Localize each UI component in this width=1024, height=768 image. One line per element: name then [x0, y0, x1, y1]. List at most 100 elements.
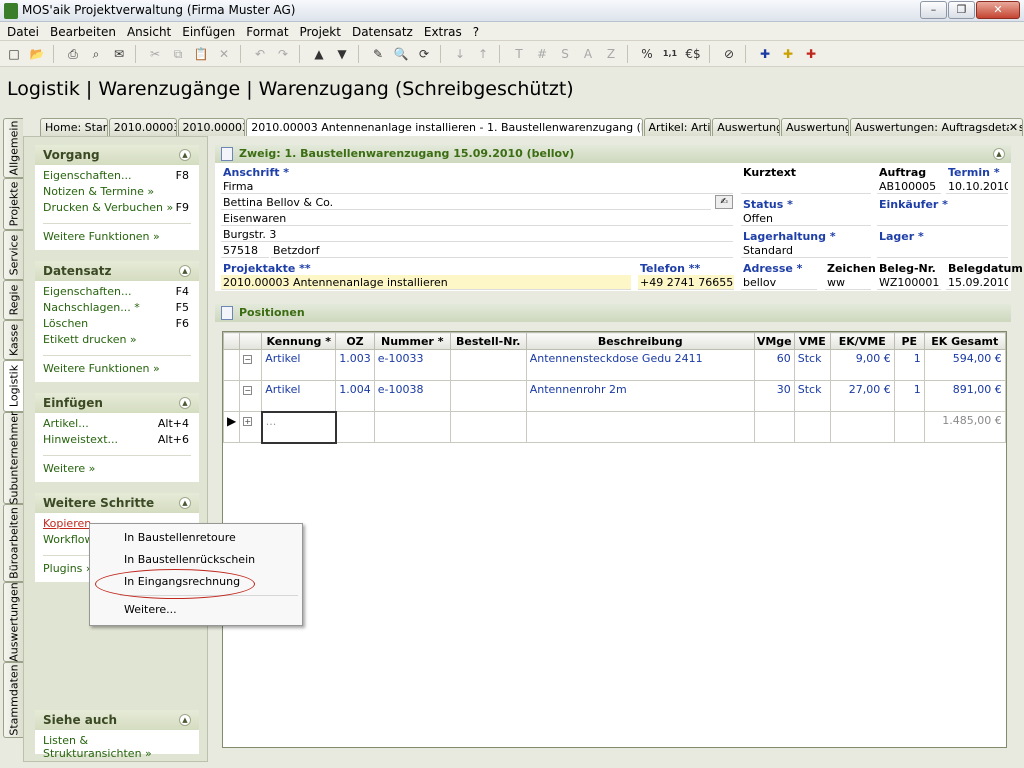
sidebar-link[interactable]: Artikel... Alt+4 — [43, 417, 199, 433]
cell-kennung[interactable]: Artikel — [261, 380, 337, 412]
search-icon[interactable]: 🔍 — [390, 43, 412, 65]
column-header[interactable]: Beschreibung — [525, 332, 755, 350]
tab-2[interactable]: 2010.00003 — [177, 118, 246, 136]
menu-datensatz[interactable]: Datensatz — [347, 22, 419, 41]
panel-header[interactable]: Datensatz ▲ — [35, 261, 199, 281]
sidebar-more-link[interactable]: Weitere » — [43, 462, 199, 478]
column-header[interactable]: Bestell-Nr. — [449, 332, 527, 350]
column-header[interactable] — [239, 332, 263, 350]
print-icon[interactable]: ⎙ — [62, 43, 84, 65]
cell-kennung[interactable]: Artikel — [261, 349, 337, 381]
close-button[interactable]: ✕ — [976, 1, 1020, 19]
sidebar-link[interactable]: Hinweistext... Alt+6 — [43, 433, 199, 449]
cell-pe[interactable]: 1 — [893, 349, 925, 381]
expand-cell[interactable]: − — [239, 380, 263, 412]
collapse-icon[interactable]: ▲ — [179, 497, 191, 509]
cut-icon[interactable]: ✂ — [144, 43, 166, 65]
tab-1[interactable]: 2010.00003 — [108, 118, 177, 136]
puzzle-yellow-icon[interactable]: ✚ — [777, 43, 799, 65]
cell-ekges[interactable]: 1.485,00 € — [923, 411, 1006, 443]
grid-icon[interactable]: # — [531, 43, 553, 65]
row-selector[interactable] — [222, 349, 241, 381]
move-up-icon[interactable]: ▲ — [308, 43, 330, 65]
cell-ekvme[interactable]: 9,00 € — [829, 349, 895, 381]
menu-[interactable]: ? — [468, 22, 485, 41]
collapse-icon[interactable]: ▲ — [179, 265, 191, 277]
zeichen-field[interactable]: ww — [825, 275, 871, 290]
minimize-button[interactable]: – — [920, 1, 947, 19]
lager-field[interactable] — [877, 243, 1008, 258]
menu-bearbeiten[interactable]: Bearbeiten — [45, 22, 122, 41]
tab-close-icon[interactable]: ✕ — [1008, 121, 1019, 134]
refresh-icon[interactable]: ⟳ — [413, 43, 435, 65]
positionen-section-header[interactable]: Positionen — [215, 304, 1011, 322]
expand-row-icon[interactable]: + — [243, 417, 253, 426]
cell-beschreibung[interactable] — [525, 411, 755, 443]
delete-icon[interactable]: ✕ — [213, 43, 235, 65]
ort-field[interactable]: Betzdorf — [271, 243, 733, 258]
sidebar-link[interactable]: Notizen & Termine » — [43, 185, 199, 201]
adresse-field[interactable]: bellov — [741, 275, 817, 290]
cell-nummer[interactable]: e-10038 — [373, 380, 451, 412]
anschrift-line-1[interactable]: Firma — [221, 179, 733, 194]
tab-6[interactable]: Auswertungen — [781, 118, 849, 136]
column-header[interactable]: EK Gesamt — [923, 332, 1006, 350]
menu-einfügen[interactable]: Einfügen — [177, 22, 241, 41]
cell-kennung[interactable]: ... — [260, 410, 337, 444]
menu-extras[interactable]: Extras — [419, 22, 468, 41]
vtab-büroarbeiten[interactable]: Büroarbeiten — [3, 504, 23, 582]
move-down-icon[interactable]: ▼ — [331, 43, 353, 65]
currency-icon[interactable]: €$ — [682, 43, 704, 65]
projektakte-field[interactable]: 2010.00003 Antennenanlage installieren — [221, 275, 631, 290]
cell-ekges[interactable]: 594,00 € — [923, 349, 1006, 381]
column-header[interactable]: EK/VME — [829, 332, 895, 350]
menu-format[interactable]: Format — [241, 22, 294, 41]
column-header[interactable]: PE — [893, 332, 925, 350]
vtab-allgemein[interactable]: Allgemein — [3, 118, 23, 178]
cell-beschreibung[interactable]: Antennenrohr 2m — [525, 380, 755, 412]
tab-7[interactable]: Auswertungen: Auftragsdetails ✕ — [849, 118, 1024, 136]
sidebar-more-link[interactable]: Weitere Funktionen » — [43, 230, 199, 246]
column-header[interactable]: Kennung * — [261, 332, 337, 350]
puzzle-red-icon[interactable]: ✚ — [800, 43, 822, 65]
tab-3[interactable]: 2010.00003 Antennenanlage installieren -… — [246, 118, 643, 136]
undo-icon[interactable]: ↶ — [249, 43, 271, 65]
no-sign-icon[interactable]: ⊘ — [718, 43, 740, 65]
collapse-icon[interactable]: ▲ — [179, 149, 191, 161]
context-item-0[interactable]: In Baustellenretoure — [92, 527, 300, 549]
menu-datei[interactable]: Datei — [2, 22, 45, 41]
column-header[interactable] — [222, 332, 241, 350]
vtab-service[interactable]: Service — [3, 230, 23, 280]
panel-header[interactable]: Vorgang ▲ — [35, 145, 199, 165]
belegnr-field[interactable]: WZ100001 — [877, 275, 941, 290]
sidebar-more-link[interactable]: Listen & Strukturansichten » — [43, 734, 199, 760]
panel-header[interactable]: Siehe auch ▲ — [35, 710, 199, 730]
vtab-stammdaten[interactable]: Stammdaten — [3, 662, 23, 738]
cell-ekvme[interactable]: 27,00 € — [829, 380, 895, 412]
cell-vme[interactable] — [793, 411, 831, 443]
cell-ekvme[interactable] — [829, 411, 895, 443]
anschrift-line-2[interactable]: Bettina Bellov & Co. — [221, 195, 711, 210]
collapse-row-icon[interactable]: − — [243, 355, 253, 364]
restore-button[interactable]: ❐ — [948, 1, 975, 19]
cell-vmge[interactable]: 60 — [753, 349, 795, 381]
sidebar-link[interactable]: Etikett drucken » — [43, 333, 199, 349]
kurztext-field[interactable] — [741, 179, 871, 194]
decimal-icon[interactable]: 1,1 — [659, 43, 681, 65]
zweig-section-header[interactable]: Zweig: 1. Baustellenwarenzugang 15.09.20… — [215, 145, 1011, 163]
column-header[interactable]: Nummer * — [373, 332, 451, 350]
sort-desc-icon[interactable]: ↑ — [472, 43, 494, 65]
table-row[interactable]: − Artikel 1.003 e-10033 Antennensteckdose Ge… — [222, 349, 1006, 381]
vtab-logistik[interactable]: Logistik — [3, 360, 23, 412]
cell-bestell[interactable] — [449, 380, 527, 412]
column-header[interactable]: VME — [793, 332, 831, 350]
sidebar-link[interactable]: Eigenschaften... F8 — [43, 169, 199, 185]
row-selector[interactable] — [222, 380, 241, 412]
vtab-projekte[interactable]: Projekte — [3, 178, 23, 230]
cell-oz[interactable]: 1.004 — [335, 380, 375, 412]
cell-beschreibung[interactable]: Antennensteckdose Gedu 2411 — [525, 349, 755, 381]
sidebar-link[interactable]: Eigenschaften... F4 — [43, 285, 199, 301]
lagerhaltung-field[interactable]: Standard — [741, 243, 871, 258]
context-item-1[interactable]: In Baustellenrückschein — [92, 549, 300, 571]
puzzle-blue-icon[interactable]: ✚ — [754, 43, 776, 65]
